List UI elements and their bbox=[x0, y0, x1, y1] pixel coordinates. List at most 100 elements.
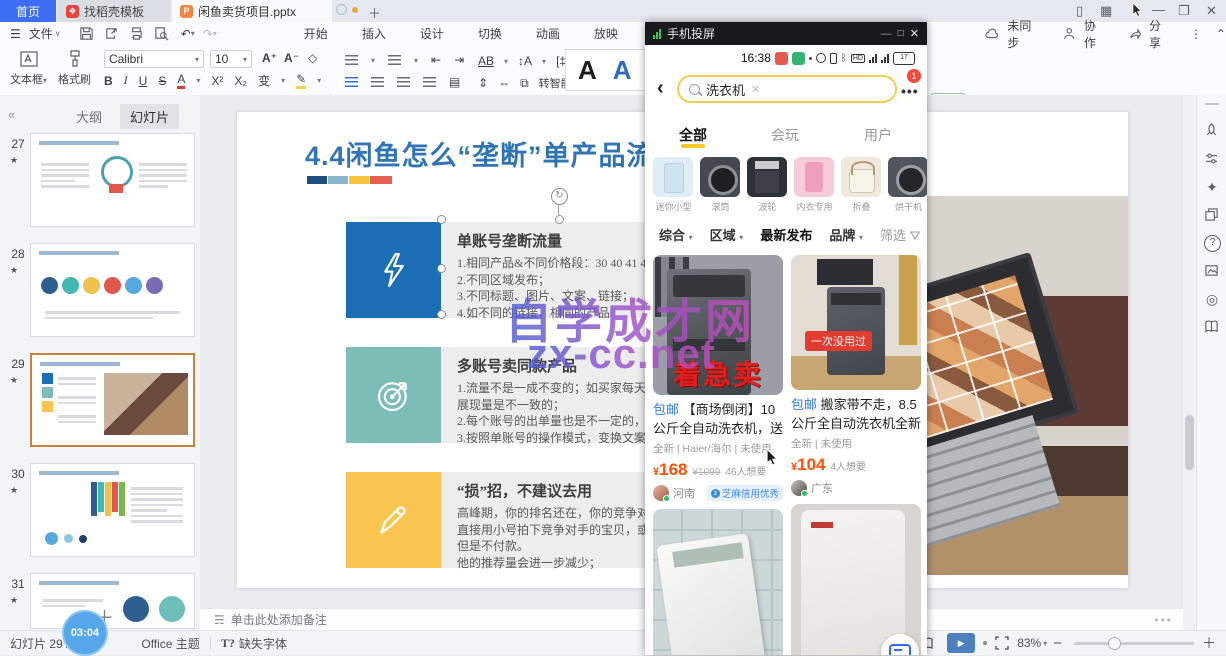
result-tab-all[interactable]: 全部 bbox=[679, 125, 707, 145]
zoom-slider[interactable] bbox=[1074, 642, 1194, 645]
missing-font-label[interactable]: 缺失字体 bbox=[239, 635, 287, 652]
phonetic-guide-button[interactable]: 变 bbox=[258, 72, 270, 89]
cloud-sync-icon[interactable] bbox=[985, 28, 999, 40]
filter-brand[interactable]: 品牌 ▾ bbox=[829, 225, 863, 244]
recording-timer-overlay[interactable]: 03:04 bbox=[62, 610, 108, 656]
font-color-caret[interactable]: ▾ bbox=[196, 76, 200, 85]
notes-more-icon[interactable]: ••• bbox=[1154, 613, 1173, 627]
slideshow-play-button[interactable]: ▶ bbox=[947, 633, 975, 653]
print-icon[interactable] bbox=[129, 26, 144, 41]
thumbnail-slide-29-selected[interactable] bbox=[30, 353, 195, 447]
product-title-2[interactable]: 包邮 搬家带不走，8.5公斤全自动洗衣机全新未拆 bbox=[791, 395, 921, 433]
menu-home[interactable]: 开始 bbox=[302, 25, 330, 42]
back-chevron-icon[interactable]: ‹ bbox=[657, 77, 664, 100]
block1-icon-tile[interactable] bbox=[346, 222, 441, 318]
block2-icon-tile[interactable] bbox=[346, 347, 441, 443]
chip-dryer[interactable]: 烘干机 bbox=[888, 157, 927, 213]
increase-font-icon[interactable]: A⁺ bbox=[262, 51, 277, 65]
redo-icon[interactable]: ↷ bbox=[203, 27, 213, 41]
thumbnail-slide-28[interactable] bbox=[30, 243, 195, 337]
decrease-font-icon[interactable]: A⁻ bbox=[284, 51, 299, 65]
increase-indent-icon[interactable]: ⇥ bbox=[454, 53, 464, 67]
tab-document[interactable]: P 闲鱼卖货项目.pptx bbox=[172, 0, 332, 22]
canvas-scrollbar-thumb[interactable] bbox=[1185, 415, 1194, 470]
filter-sort[interactable]: 综合 ▾ bbox=[659, 225, 693, 244]
menu-design[interactable]: 设计 bbox=[418, 25, 446, 42]
tab-docer[interactable]: ❖ 找稻壳模板 bbox=[58, 0, 170, 22]
zoom-out-button[interactable]: − bbox=[1053, 635, 1062, 652]
clear-format-icon[interactable]: ◇ bbox=[308, 51, 317, 65]
tab-home[interactable]: 首页 bbox=[0, 0, 56, 22]
collapse-ribbon-icon[interactable]: ⌃ bbox=[1216, 27, 1226, 41]
product-card-2[interactable]: 一次没用过 包邮 搬家带不走，8.5公斤全自动洗衣机全新未拆 全新 | 未使用 … bbox=[791, 255, 921, 655]
selection-handle[interactable] bbox=[437, 215, 446, 224]
row-spacing-icon[interactable]: ⇔ bbox=[498, 76, 510, 90]
align-right-icon[interactable] bbox=[397, 77, 410, 88]
smartart-icon[interactable]: ⧉ bbox=[520, 76, 529, 91]
tab-slides[interactable]: 幻灯片 bbox=[120, 104, 179, 129]
seller-row-1[interactable]: 河南 z芝麻信用优秀 bbox=[653, 485, 783, 501]
font-name-select[interactable]: Calibri▾ bbox=[104, 50, 204, 68]
notes-placeholder[interactable]: 单击此处添加备注 bbox=[231, 611, 327, 628]
menu-animation[interactable]: 动画 bbox=[534, 25, 562, 42]
phone-window-titlebar[interactable]: 手机投屏 — □ ✕ bbox=[645, 22, 927, 45]
sync-status[interactable]: 未同步 bbox=[1005, 17, 1043, 51]
menu-file[interactable]: 文件 bbox=[27, 25, 55, 42]
export-icon[interactable] bbox=[104, 26, 119, 41]
block3-icon-tile[interactable] bbox=[346, 472, 441, 568]
filter-newest[interactable]: 最新发布 bbox=[760, 225, 812, 244]
collaborate-button[interactable]: 协作 bbox=[1082, 17, 1109, 51]
chip-underwear[interactable]: 内衣专用 bbox=[794, 157, 835, 213]
distribute-icon[interactable]: ▤ bbox=[449, 75, 460, 89]
selection-handle[interactable] bbox=[437, 310, 446, 319]
share-icon[interactable] bbox=[1129, 27, 1141, 40]
justify-icon[interactable] bbox=[423, 77, 436, 88]
tab-outline[interactable]: 大纲 bbox=[76, 107, 102, 126]
chip-pulsator[interactable]: 波轮 bbox=[747, 157, 788, 213]
subscript-button[interactable]: X₂ bbox=[234, 74, 247, 88]
phone-close-icon[interactable]: ✕ bbox=[910, 27, 919, 40]
duplicate-shapes-icon[interactable] bbox=[1204, 207, 1220, 223]
play-options-dot[interactable] bbox=[983, 641, 987, 645]
wordart-style-black[interactable]: A bbox=[578, 55, 597, 86]
bullet-list-icon[interactable] bbox=[345, 55, 358, 66]
font-size-select[interactable]: 10▾ bbox=[210, 50, 252, 68]
image-settings-icon[interactable] bbox=[1204, 263, 1220, 279]
close-button[interactable]: ✕ bbox=[1206, 3, 1217, 19]
numbered-list-icon[interactable] bbox=[388, 55, 401, 66]
filter-more[interactable]: 筛选 ⛛ bbox=[880, 225, 921, 244]
hamburger-icon[interactable]: ☰ bbox=[10, 27, 21, 41]
settings-slider-icon[interactable] bbox=[1204, 151, 1220, 167]
align-left-icon[interactable] bbox=[345, 77, 358, 88]
chip-mini[interactable]: 迷你小型 bbox=[653, 157, 694, 213]
zoom-slider-knob[interactable] bbox=[1108, 637, 1121, 650]
bold-button[interactable]: B bbox=[104, 74, 113, 88]
highlight-button[interactable]: ✎ bbox=[296, 72, 306, 89]
collapse-panel-icon[interactable]: « bbox=[8, 107, 15, 122]
product-image-2[interactable]: 一次没用过 bbox=[791, 255, 921, 390]
slide-title[interactable]: 4.4闲鱼怎么“垄断”单产品流量 bbox=[305, 134, 683, 173]
superscript-button[interactable]: X² bbox=[211, 74, 223, 88]
result-tab-play[interactable]: 会玩 bbox=[771, 125, 799, 145]
wordart-style-blue[interactable]: A bbox=[613, 55, 632, 86]
result-tab-users[interactable]: 用户 bbox=[864, 125, 892, 145]
underline-button[interactable]: U bbox=[139, 74, 148, 88]
phone-minimize-icon[interactable]: — bbox=[881, 28, 892, 40]
product-image-3[interactable] bbox=[653, 509, 783, 655]
line-spacing-icon[interactable]: ↕A bbox=[518, 54, 532, 68]
decrease-indent-icon[interactable]: ⇤ bbox=[431, 53, 441, 67]
share-button[interactable]: 分享 bbox=[1147, 17, 1174, 51]
theme-name[interactable]: Office 主题 bbox=[141, 635, 199, 652]
book-search-icon[interactable] bbox=[1204, 319, 1220, 335]
chip-drum[interactable]: 滚筒 bbox=[700, 157, 741, 213]
thumbnail-slide-27[interactable] bbox=[30, 133, 195, 227]
chip-folding[interactable]: 折叠 bbox=[841, 157, 882, 213]
align-center-icon[interactable] bbox=[371, 77, 384, 88]
menu-insert[interactable]: 插入 bbox=[360, 25, 388, 42]
help-icon[interactable]: ? bbox=[1204, 235, 1221, 252]
more-menu-icon[interactable]: ⋮ bbox=[1190, 27, 1202, 41]
restore-button[interactable]: ❐ bbox=[1178, 3, 1190, 19]
font-color-button[interactable]: A bbox=[177, 72, 185, 89]
minimize-button[interactable]: — bbox=[1152, 2, 1165, 17]
seller-row-2[interactable]: 广东 bbox=[791, 480, 921, 496]
